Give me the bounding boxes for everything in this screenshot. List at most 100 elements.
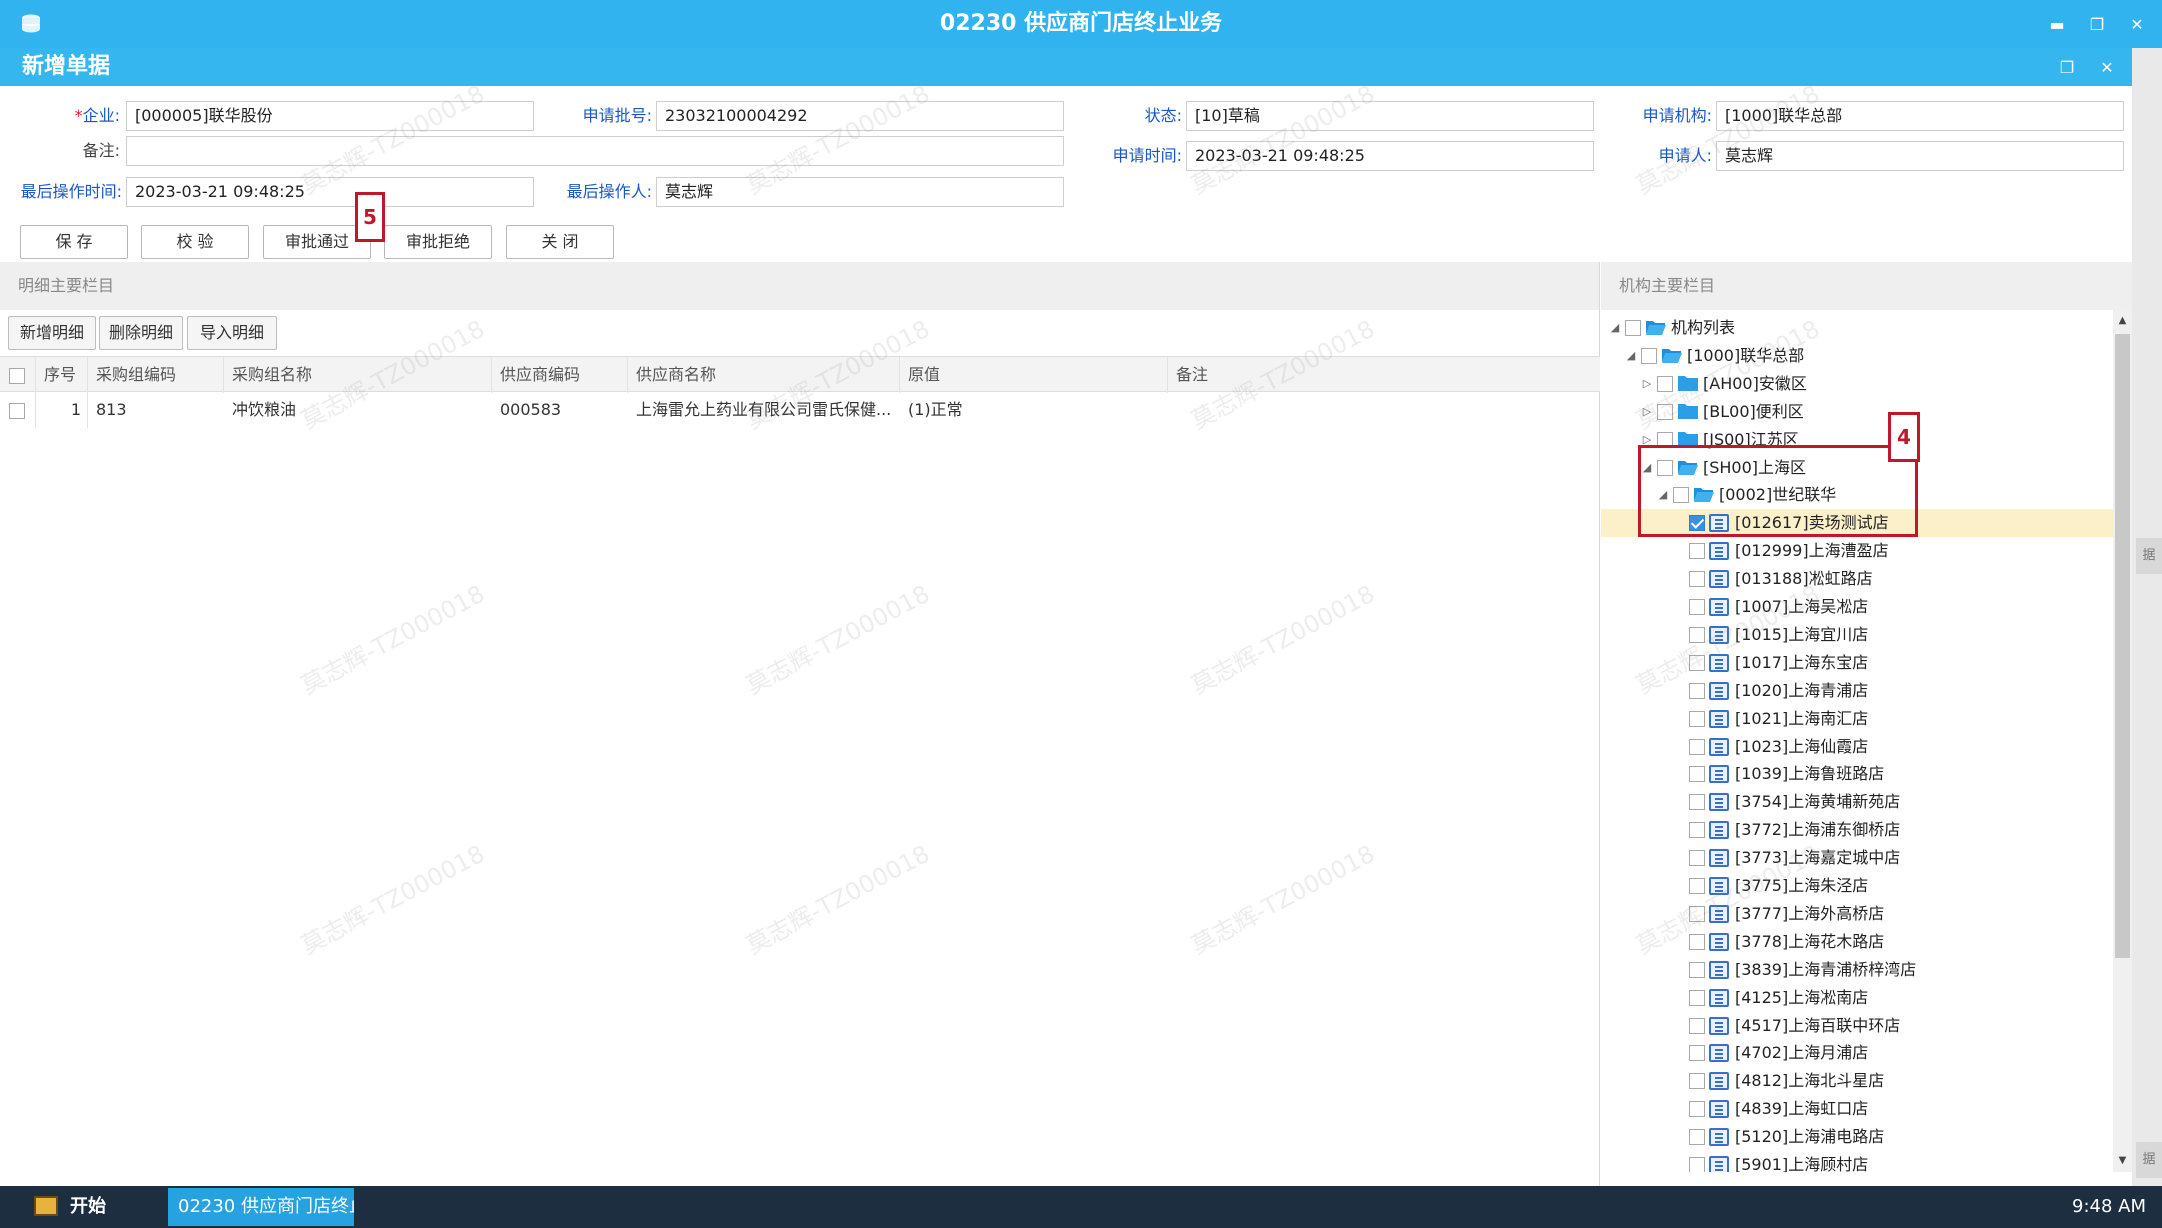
status-field[interactable]: [10]草稿 xyxy=(1186,101,1594,131)
tree-scrollbar[interactable]: ▲ ▼ xyxy=(2113,310,2132,1172)
tree-node[interactable]: [013188]凇虹路店 xyxy=(1601,565,2113,593)
minimize-icon[interactable]: ▬ xyxy=(2048,15,2066,34)
restore-icon[interactable]: ❐ xyxy=(2058,58,2076,77)
expand-arrow-icon[interactable]: ▷ xyxy=(1641,377,1653,391)
tree-node-checkbox[interactable] xyxy=(1689,906,1705,922)
tree-node-checkbox[interactable] xyxy=(1689,1045,1705,1061)
org-label: 申请机构: xyxy=(1642,106,1712,125)
tree-node-checkbox[interactable] xyxy=(1689,711,1705,727)
tree-node[interactable]: [1023]上海仙霞店 xyxy=(1601,733,2113,761)
tree-node[interactable]: [012999]上海漕盈店 xyxy=(1601,537,2113,565)
tree-node-checkbox[interactable] xyxy=(1689,1018,1705,1034)
edge-tab[interactable]: 据 xyxy=(2136,538,2162,574)
tree-node-checkbox[interactable] xyxy=(1689,822,1705,838)
tree-node[interactable]: [1020]上海青浦店 xyxy=(1601,677,2113,705)
remark-field[interactable] xyxy=(126,136,1064,166)
tree-node[interactable]: [3775]上海朱泾店 xyxy=(1601,872,2113,900)
tree-node-checkbox[interactable] xyxy=(1689,627,1705,643)
tree-node-checkbox[interactable] xyxy=(1657,404,1673,420)
close-icon[interactable]: ✕ xyxy=(2098,58,2116,77)
tree-node[interactable]: [5901]上海顾村店 xyxy=(1601,1151,2113,1172)
tree-node-checkbox[interactable] xyxy=(1657,376,1673,392)
verify-button[interactable]: 校 验 xyxy=(141,225,249,259)
taskbar: 开始 02230 供应商门店终止业务 9:48 AM xyxy=(0,1186,2162,1228)
expand-arrow-icon[interactable]: ▷ xyxy=(1641,405,1653,419)
tree-node[interactable]: [3754]上海黄埔新苑店 xyxy=(1601,788,2113,816)
taskbar-item[interactable]: 02230 供应商门店终止业务 xyxy=(168,1188,354,1226)
last-op-time-field[interactable]: 2023-03-21 09:48:25 xyxy=(126,177,534,207)
tree-node-checkbox[interactable] xyxy=(1689,683,1705,699)
tree-node-checkbox[interactable] xyxy=(1689,1101,1705,1117)
scrollbar-thumb[interactable] xyxy=(2115,334,2130,958)
col-header-group-name[interactable]: 采购组名称 xyxy=(224,357,492,393)
tree-node[interactable]: [4125]上海凇南店 xyxy=(1601,984,2113,1012)
tree-node[interactable]: [3778]上海花木路店 xyxy=(1601,928,2113,956)
col-header-remark[interactable]: 备注 xyxy=(1168,357,1600,393)
start-button[interactable]: 开始 xyxy=(20,1186,140,1228)
tree-node[interactable]: [3773]上海嘉定城中店 xyxy=(1601,844,2113,872)
tree-node[interactable]: [1007]上海吴凇店 xyxy=(1601,593,2113,621)
col-header-supplier-name[interactable]: 供应商名称 xyxy=(628,357,900,393)
tree-node-checkbox[interactable] xyxy=(1689,1129,1705,1145)
close-icon[interactable]: ✕ xyxy=(2128,15,2146,34)
scroll-up-icon[interactable]: ▲ xyxy=(2113,312,2132,330)
tree-node-checkbox[interactable] xyxy=(1689,794,1705,810)
org-field[interactable]: [1000]联华总部 xyxy=(1716,101,2124,131)
tree-node-checkbox[interactable] xyxy=(1689,766,1705,782)
tree-node[interactable]: [3772]上海浦东御桥店 xyxy=(1601,816,2113,844)
close-button[interactable]: 关 闭 xyxy=(506,225,614,259)
tree-node[interactable]: [5120]上海浦电路店 xyxy=(1601,1123,2113,1151)
table-row[interactable]: 1 813 冲饮粮油 000583 上海雷允上药业有限公司雷氏保健... (1)… xyxy=(0,392,1600,428)
tree-node-checkbox[interactable] xyxy=(1689,1157,1705,1172)
tree-node[interactable]: [4839]上海虹口店 xyxy=(1601,1095,2113,1123)
delete-detail-button[interactable]: 删除明细 xyxy=(99,316,183,350)
tree-node-checkbox[interactable] xyxy=(1689,571,1705,587)
collapse-arrow-icon[interactable]: ◢ xyxy=(1625,349,1637,363)
tree-node-checkbox[interactable] xyxy=(1689,990,1705,1006)
col-header-original[interactable]: 原值 xyxy=(900,357,1168,393)
col-header-group-code[interactable]: 采购组编码 xyxy=(88,357,224,393)
batch-no-field[interactable]: 23032100004292 xyxy=(656,101,1064,131)
last-operator-field[interactable]: 莫志辉 xyxy=(656,177,1064,207)
tree-node-checkbox[interactable] xyxy=(1625,320,1641,336)
tree-node-checkbox[interactable] xyxy=(1689,850,1705,866)
tree-node-checkbox[interactable] xyxy=(1689,962,1705,978)
applicant-field[interactable]: 莫志辉 xyxy=(1716,141,2124,171)
tree-node[interactable]: [4812]上海北斗星店 xyxy=(1601,1067,2113,1095)
apply-time-field[interactable]: 2023-03-21 09:48:25 xyxy=(1186,141,1594,171)
edge-tab[interactable]: 据 xyxy=(2136,1142,2162,1178)
col-header-supplier-code[interactable]: 供应商编码 xyxy=(492,357,628,393)
scroll-down-icon[interactable]: ▼ xyxy=(2113,1152,2132,1170)
tree-node[interactable]: [1015]上海宜川店 xyxy=(1601,621,2113,649)
tree-node[interactable]: ◢ 机构列表 xyxy=(1601,314,2113,342)
tree-node[interactable]: [3839]上海青浦桥梓湾店 xyxy=(1601,956,2113,984)
tree-node[interactable]: ▷ [AH00]安徽区 xyxy=(1601,370,2113,398)
tree-node-checkbox[interactable] xyxy=(1641,348,1657,364)
row-checkbox[interactable] xyxy=(0,392,36,428)
tree-node[interactable]: ▷ [BL00]便利区 xyxy=(1601,398,2113,426)
tree-node-checkbox[interactable] xyxy=(1689,599,1705,615)
tree-node-checkbox[interactable] xyxy=(1689,739,1705,755)
select-all-checkbox[interactable] xyxy=(0,357,36,393)
add-detail-button[interactable]: 新增明细 xyxy=(8,316,96,350)
tree-node-checkbox[interactable] xyxy=(1689,655,1705,671)
col-header-seq[interactable]: 序号 xyxy=(36,357,88,393)
tree-node[interactable]: [4517]上海百联中环店 xyxy=(1601,1012,2113,1040)
tree-node-checkbox[interactable] xyxy=(1689,934,1705,950)
tree-node-checkbox[interactable] xyxy=(1689,878,1705,894)
tree-node-checkbox[interactable] xyxy=(1689,1073,1705,1089)
save-button[interactable]: 保 存 xyxy=(20,225,128,259)
import-detail-button[interactable]: 导入明细 xyxy=(187,316,277,350)
tree-node[interactable]: [1017]上海东宝店 xyxy=(1601,649,2113,677)
tree-node[interactable]: [4702]上海月浦店 xyxy=(1601,1039,2113,1067)
tree-node[interactable]: [1021]上海南汇店 xyxy=(1601,705,2113,733)
tree-node[interactable]: [3777]上海外高桥店 xyxy=(1601,900,2113,928)
tree-node[interactable]: ◢ [1000]联华总部 xyxy=(1601,342,2113,370)
reject-button[interactable]: 审批拒绝 xyxy=(384,225,492,259)
collapse-arrow-icon[interactable]: ◢ xyxy=(1609,321,1621,335)
tree-node-label: [5120]上海浦电路店 xyxy=(1735,1127,1885,1146)
tree-node[interactable]: [1039]上海鲁班路店 xyxy=(1601,760,2113,788)
restore-icon[interactable]: ❐ xyxy=(2088,15,2106,34)
enterprise-field[interactable]: [000005]联华股份 xyxy=(126,101,534,131)
tree-node-checkbox[interactable] xyxy=(1689,543,1705,559)
